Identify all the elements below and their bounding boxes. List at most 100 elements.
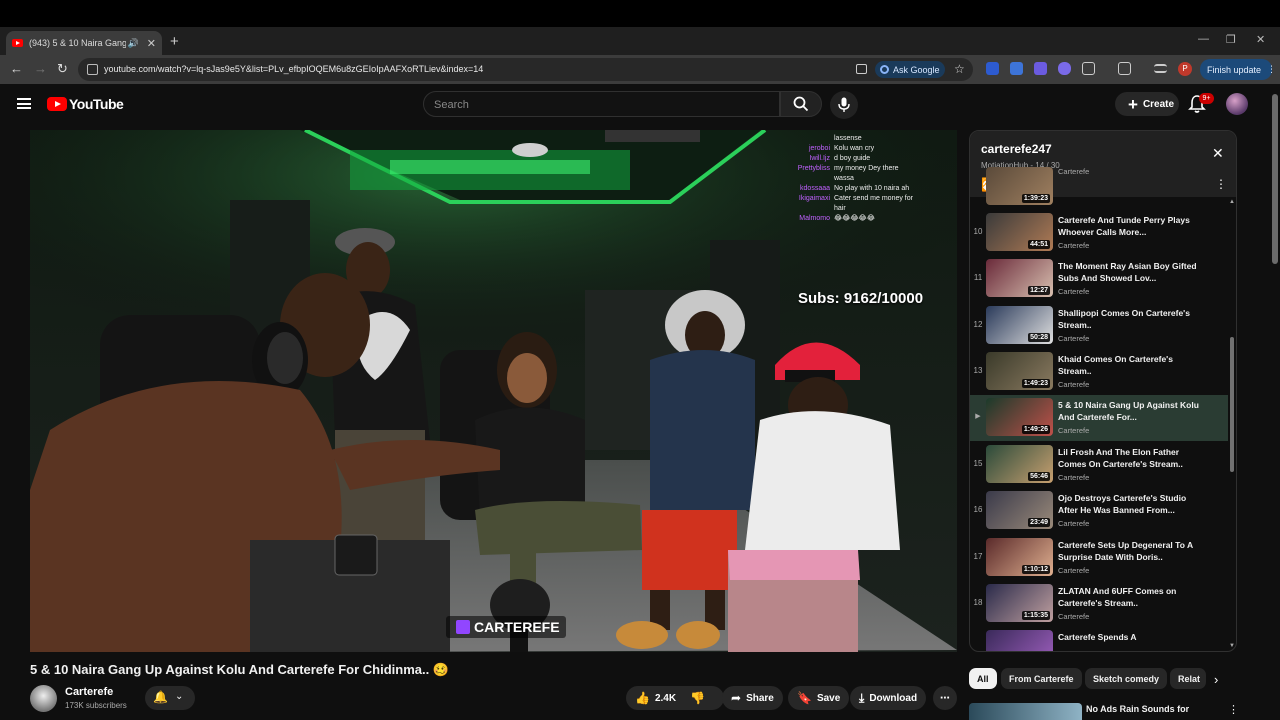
chevron-right-icon[interactable]: › [1214,672,1218,687]
address-url[interactable]: youtube.com/watch?v=lq-sJas9e5Y&list=PLv… [104,64,483,74]
stream-chat-overlay: lassense jeroboi Kolu wan cry Iwill.Ijz d … [790,134,955,224]
playlist-item[interactable]: 10 44:51 Carterefe And Tunde Perry Plays W… [970,210,1228,256]
playlist-item-thumbnail[interactable]: 1:39:23 [986,167,1053,205]
playlist-item-title[interactable]: Shallipopi Comes On Carterefe's Stream.. [1058,307,1208,331]
forward-icon[interactable]: → [34,61,47,76]
playlist-title[interactable]: carterefe247 [981,142,1052,156]
browser-menu-icon: ⋮ [1267,64,1277,74]
playlist-item-title[interactable]: Khaid Comes On Carterefe's Stream.. [1058,353,1208,377]
extensions-puzzle-icon[interactable] [1082,62,1095,75]
create-button[interactable]: + Create [1115,92,1179,116]
playlist-item-thumbnail[interactable]: 23:49 [986,491,1053,529]
playlist-item[interactable]: Carterefe Spends A [970,627,1228,651]
thumbs-up-icon[interactable]: 👍 [635,691,650,705]
address-bar[interactable]: youtube.com/watch?v=lq-sJas9e5Y&list=PLv… [78,58,973,81]
video-duration: 1:49:23 [1021,379,1050,388]
recommended-video-thumbnail[interactable] [969,703,1082,720]
channel-name[interactable]: Carterefe [65,686,113,698]
download-button[interactable]: ⤓ Download [850,686,927,710]
scroll-up-icon[interactable]: ▲ [1229,199,1235,205]
save-button[interactable]: 🔖 Save [788,686,850,710]
more-actions-button[interactable]: ⋯ [933,686,957,710]
chat-line: hair [834,205,846,212]
playlist-item-title[interactable]: 5 & 10 Naira Gang Up Against Kolu And Ca… [1058,399,1208,423]
more-vertical-icon[interactable]: ⋮ [1228,703,1239,716]
playlist-item-current[interactable]: ▶ 1:49:26 5 & 10 Naira Gang Up Against Kol… [970,395,1228,441]
playlist-item-thumbnail[interactable] [986,630,1053,651]
page-scrollbar[interactable] [1270,84,1280,720]
playlist-item-thumbnail[interactable]: 1:10:12 [986,538,1053,576]
ask-google-button[interactable]: Ask Google [875,61,945,78]
playlist-item-title[interactable]: ZLATAN And 6UFF Comes on Carterefe's Str… [1058,585,1208,609]
playlist-item-title[interactable]: The Moment Ray Asian Boy Gifted Subs And… [1058,260,1208,284]
window-close-icon[interactable]: ✕ [1256,33,1265,46]
playlist-scrollbar[interactable]: ▲ ▼ [1228,197,1236,651]
chat-line: lassense [834,135,862,142]
playlist-item-title[interactable]: Lil Frosh And The Elon Father Comes On C… [1058,446,1208,470]
playlist-item-title[interactable]: Carterefe And Tunde Perry Plays Whoever … [1058,214,1208,238]
video-duration: 50:28 [1028,333,1050,342]
browser-profile-avatar[interactable]: P [1178,62,1192,76]
search-input[interactable] [434,97,764,113]
extension-cloud-icon[interactable] [1058,62,1071,75]
bookmark-star-icon[interactable]: ☆ [954,62,965,76]
menu-icon[interactable] [17,98,31,109]
page-scroll-thumb[interactable] [1272,94,1278,264]
tab-close-icon[interactable]: ✕ [147,37,156,50]
reload-icon[interactable]: ↻ [57,61,68,77]
playlist-item-thumbnail[interactable]: 50:28 [986,306,1053,344]
playlist-item[interactable]: 1:39:23 Carterefe [970,164,1228,210]
close-icon[interactable]: ✕ [1212,145,1224,162]
tab-search-icon[interactable] [1118,62,1131,75]
playlist-item-thumbnail[interactable]: 1:49:26 [986,398,1053,436]
playlist-item-index: 15 [973,459,983,468]
extension-n-icon[interactable] [986,62,999,75]
video-duration: 1:49:26 [1021,425,1050,434]
scroll-down-icon[interactable]: ▼ [1229,643,1235,649]
playlist-item[interactable]: 18 1:15:35 ZLATAN And 6UFF Comes on Carter… [970,581,1228,627]
playlist-scroll-thumb[interactable] [1230,337,1234,472]
playlist-item-title[interactable]: Carterefe Sets Up Degeneral To A Surpris… [1058,539,1208,563]
voice-search-button[interactable] [830,91,858,119]
thumbs-down-icon[interactable]: 👎 [690,691,705,705]
playlist-item[interactable]: 13 1:49:23 Khaid Comes On Carterefe's Stre… [970,349,1228,395]
chip-sketch-comedy[interactable]: Sketch comedy [1085,668,1168,689]
playlist-item-thumbnail[interactable]: 1:49:23 [986,352,1053,390]
browser-tab-youtube[interactable]: (943) 5 & 10 Naira Gang Up Against Kolu … [6,31,162,55]
playlist-item[interactable]: 11 12:27 The Moment Ray Asian Boy Gifted S… [970,256,1228,302]
audio-playing-icon[interactable]: 🔊 [128,38,139,49]
restore-icon[interactable]: ❐ [1226,33,1236,46]
chip-related[interactable]: Relat [1170,668,1206,689]
search-button[interactable] [780,91,822,117]
playlist-item[interactable]: 15 56:46 Lil Frosh And The Elon Father Com… [970,442,1228,488]
minimize-icon[interactable]: — [1198,33,1209,45]
chip-from-carterefe[interactable]: From Carterefe [1001,668,1082,689]
extension-shield-icon[interactable] [1034,62,1047,75]
back-icon[interactable]: ← [10,61,23,76]
like-count[interactable]: 2.4K [655,693,676,704]
youtube-logo[interactable]: YouTube [47,96,124,112]
reading-list-icon[interactable] [1154,64,1167,73]
more-horizontal-icon: ⋯ [940,692,950,704]
playlist-item-title[interactable]: Carterefe Spends A [1058,631,1208,651]
account-avatar[interactable] [1226,93,1248,115]
channel-avatar[interactable] [30,685,57,712]
new-tab-icon[interactable]: + [170,33,179,50]
recommended-video-title[interactable]: No Ads Rain Sounds for [1086,704,1189,714]
extension-translate-icon[interactable] [1010,62,1023,75]
playlist-item-thumbnail[interactable]: 56:46 [986,445,1053,483]
subscribed-notifications-button[interactable]: 🔔 ⌄ [145,686,195,710]
playlist-item[interactable]: 17 1:10:12 Carterefe Sets Up Degeneral To … [970,535,1228,581]
playlist-item-title[interactable]: Ojo Destroys Carterefe's Studio After He… [1058,492,1208,516]
video-player[interactable]: lassense jeroboi Kolu wan cry Iwill.Ijz d … [30,130,957,652]
playlist-item-thumbnail[interactable]: 44:51 [986,213,1053,251]
open-in-app-icon[interactable] [856,64,867,74]
playlist-item-thumbnail[interactable]: 12:27 [986,259,1053,297]
playlist-item[interactable]: 16 23:49 Ojo Destroys Carterefe's Studio A… [970,488,1228,534]
chip-all[interactable]: All [969,668,997,689]
share-button[interactable]: ➦ Share [722,686,783,710]
finish-update-button[interactable]: Finish update ⋮ [1200,59,1276,80]
playlist-item-thumbnail[interactable]: 1:15:35 [986,584,1053,622]
playlist-item[interactable]: 12 50:28 Shallipopi Comes On Carterefe's S… [970,303,1228,349]
site-info-icon[interactable] [87,64,98,75]
